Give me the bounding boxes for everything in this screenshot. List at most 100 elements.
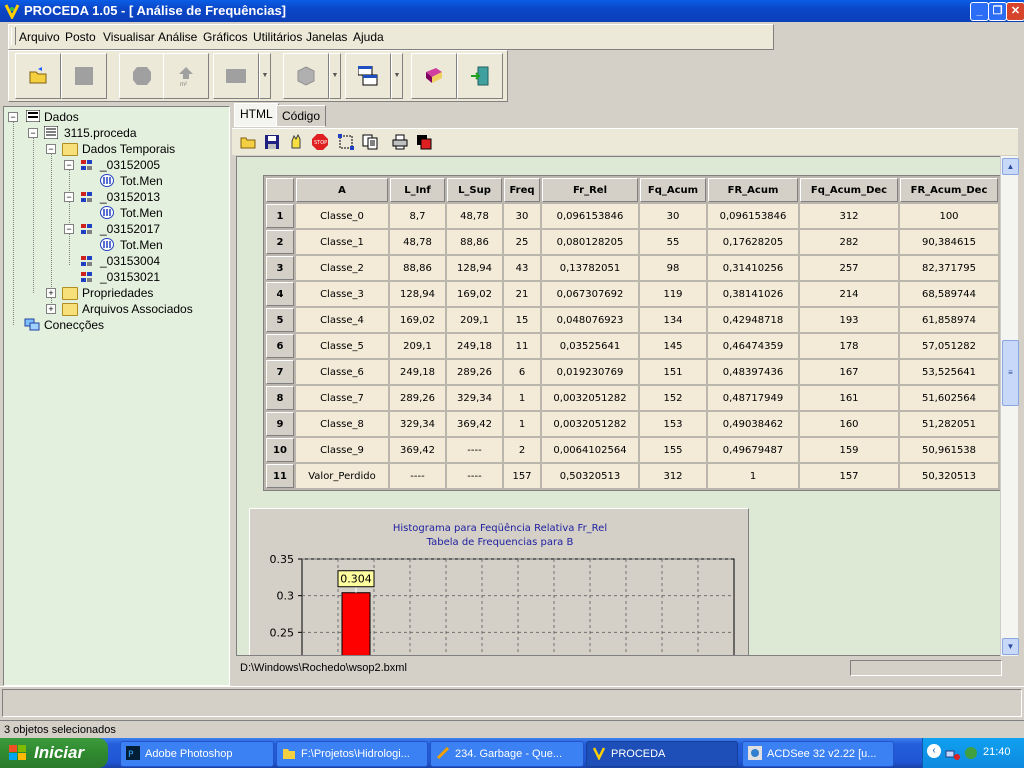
table-cell: 1: [708, 464, 798, 488]
help-book-icon: [426, 68, 442, 83]
station-icon: [81, 256, 92, 266]
table-cell: 43: [504, 256, 540, 280]
open-button[interactable]: [15, 53, 61, 99]
table-cell: 312: [800, 204, 898, 228]
print-icon[interactable]: [392, 134, 408, 150]
polygon-button[interactable]: [119, 53, 165, 99]
tree-line: [33, 137, 34, 293]
path-status-line: D:\Windows\Rochedo\wsop2.bxml: [236, 658, 1016, 678]
html-toolbar: STOP: [232, 128, 1018, 155]
table-cell: 0,48717949: [708, 386, 798, 410]
table-row: 9 Classe_8 329,34 369,42 1 0,0032051282 153 0,4…: [266, 412, 998, 436]
vertical-scrollbar[interactable]: ▲ ≡ ▼: [1000, 156, 1019, 656]
table-row: 1 Classe_0 8,7 48,78 30 0,096153846 30 0,096153…: [266, 204, 998, 228]
windows-dropdown[interactable]: ▼: [391, 53, 403, 99]
system-tray: ‹ 21:40: [922, 738, 1024, 768]
taskbar-item-explorer[interactable]: F:\Projetos\Hidrologi...: [276, 741, 428, 767]
expand-toggle[interactable]: +: [46, 288, 56, 298]
table-cell: 0,080128205: [542, 230, 638, 254]
histogram-bar: [341, 592, 371, 655]
stop-icon[interactable]: STOP: [312, 134, 328, 150]
close-button[interactable]: ✕: [1006, 2, 1024, 21]
table-cell: 169,02: [390, 308, 445, 332]
menu-graficos[interactable]: Gráficos: [203, 30, 248, 44]
chart-title: Histograma para Feqüência Relativa Fr_Re…: [393, 522, 607, 534]
station-icon: [81, 160, 92, 170]
menu-grip[interactable]: [11, 27, 16, 45]
data-tree-panel: − Dados − 3115.proceda − Dados Temporais…: [3, 106, 230, 686]
table-cell: 51,602564: [900, 386, 998, 410]
tree-line: [51, 153, 52, 309]
start-button[interactable]: Iniciar: [0, 738, 108, 768]
table-cell: 0,0064102564: [542, 438, 638, 462]
scroll-thumb[interactable]: ≡: [1002, 340, 1019, 406]
menu-visualisar[interactable]: Visualisar: [103, 30, 155, 44]
tray-expand-icon[interactable]: ‹: [927, 744, 941, 758]
upload-area-button[interactable]: m²: [163, 53, 209, 99]
row-number: 11: [266, 464, 294, 488]
table-cell: 100: [900, 204, 998, 228]
menu-janelas[interactable]: Janelas: [306, 30, 347, 44]
status-text: 3 objetos selecionados: [4, 724, 116, 736]
table-cell: 53,525641: [900, 360, 998, 384]
menu-utilitarios[interactable]: Utilitários: [253, 30, 302, 44]
table-cell: 167: [800, 360, 898, 384]
minimize-button[interactable]: _: [970, 2, 989, 21]
table-cell: 0,49038462: [708, 412, 798, 436]
collapse-toggle[interactable]: −: [64, 224, 74, 234]
collapse-toggle[interactable]: −: [8, 112, 18, 122]
help-button[interactable]: [411, 53, 457, 99]
table-cell: 0,31410256: [708, 256, 798, 280]
collapse-toggle[interactable]: −: [46, 144, 56, 154]
menu-posto[interactable]: Posto: [65, 30, 96, 44]
main-toolbar: m² ▼ ▼ ▼: [8, 50, 508, 102]
table-cell: 157: [800, 464, 898, 488]
stop-button[interactable]: [61, 53, 107, 99]
network-icon[interactable]: [945, 745, 961, 761]
select-icon[interactable]: [338, 134, 354, 150]
taskbar-item-photoshop[interactable]: P Adobe Photoshop: [120, 741, 274, 767]
restore-button[interactable]: ❐: [988, 2, 1007, 21]
collapse-toggle[interactable]: −: [28, 128, 38, 138]
color-icon[interactable]: [416, 134, 432, 150]
table-cell: 90,384615: [900, 230, 998, 254]
tab-html[interactable]: HTML: [234, 103, 279, 127]
table-cell: 249,18: [390, 360, 445, 384]
expand-toggle[interactable]: +: [46, 304, 56, 314]
taskbar-item-proceda[interactable]: PROCEDA: [586, 741, 738, 767]
tab-codigo[interactable]: Código: [276, 105, 327, 127]
scroll-down-button[interactable]: ▼: [1002, 638, 1019, 655]
menu-ajuda[interactable]: Ajuda: [353, 30, 384, 44]
tree-label: Dados Temporais: [82, 142, 176, 156]
menu-analise[interactable]: Análise: [158, 30, 197, 44]
scroll-up-button[interactable]: ▲: [1002, 158, 1019, 175]
save-icon[interactable]: [264, 134, 280, 150]
start-label: Iniciar: [34, 743, 85, 762]
cube-button[interactable]: [283, 53, 329, 99]
windows-button[interactable]: [345, 53, 391, 99]
column-header: FR_Acum_Dec: [900, 178, 998, 202]
table-cell: 289,26: [390, 386, 445, 410]
menu-arquivo[interactable]: Arquivo: [19, 30, 60, 44]
open-icon[interactable]: [240, 134, 256, 150]
exit-button[interactable]: [457, 53, 503, 99]
table-cell: ----: [447, 438, 502, 462]
proceda-icon: [592, 747, 606, 760]
tray-app-icon[interactable]: [963, 745, 979, 761]
title-bar[interactable]: PROCEDA 1.05 - [ Análise de Frequências]…: [0, 0, 1024, 22]
rectangle-dropdown[interactable]: ▼: [259, 53, 271, 99]
table-cell: 48,78: [447, 204, 502, 228]
cube-dropdown[interactable]: ▼: [329, 53, 341, 99]
taskbar-item-label: Adobe Photoshop: [145, 748, 233, 760]
hand-icon[interactable]: [288, 134, 304, 150]
taskbar-item-garbage[interactable]: 234. Garbage - Que...: [430, 741, 584, 767]
rectangle-button[interactable]: [213, 53, 259, 99]
table-cell: 282: [800, 230, 898, 254]
copy-icon[interactable]: [362, 134, 378, 150]
histogram-chart: Histograma para Feqüência Relativa Fr_Re…: [249, 508, 749, 655]
collapse-toggle[interactable]: −: [64, 160, 74, 170]
collapse-toggle[interactable]: −: [64, 192, 74, 202]
table-cell: 98: [640, 256, 706, 280]
row-number: 3: [266, 256, 294, 280]
taskbar-item-acdsee[interactable]: ACDSee 32 v2.22 [u...: [742, 741, 894, 767]
